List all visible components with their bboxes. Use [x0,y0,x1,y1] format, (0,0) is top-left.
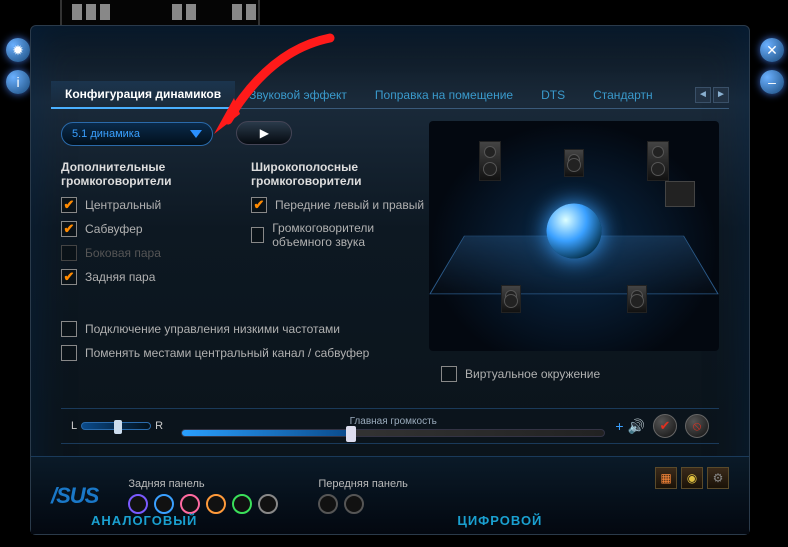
top-connector-strip [60,0,260,25]
volume-plus-label: + [615,418,623,434]
tab-bar: Конфигурация динамиков Звуковой эффект П… [51,81,729,109]
cb-side-pair [61,245,77,261]
minimize-orb[interactable]: – [760,70,784,94]
tab-dts[interactable]: DTS [527,82,579,108]
front-jacks [318,494,408,514]
cb-swap-label: Поменять местами центральный канал / саб… [85,346,369,360]
jack-rear-2[interactable] [154,494,174,514]
jack-rear-1[interactable] [128,494,148,514]
jack-rear-4[interactable] [206,494,226,514]
cb-center-label: Центральный [85,198,161,212]
tab-sound-effect[interactable]: Звуковой эффект [235,82,361,108]
balance-l-label: L [71,420,77,432]
extra-speakers-heading: Дополнительные громкоговорители [61,160,221,189]
jack-front-2[interactable] [344,494,364,514]
play-icon: ▶ [260,126,269,140]
cb-surround-label: Громкоговорители объемного звука [272,221,431,249]
speaker-front-left[interactable] [479,141,501,181]
settings-orb[interactable]: ✹ [6,38,30,62]
bottom-panel: /SUS Задняя панель Передняя панель ▦ ◉ ⚙ [31,456,749,534]
front-panel-label: Передняя панель [318,478,408,490]
jack-rear-3[interactable] [180,494,200,514]
mode-digital[interactable]: ЦИФРОВОЙ [457,513,542,528]
asus-logo: /SUS [51,483,98,509]
device-btn-1[interactable]: ▦ [655,467,677,489]
apply-button[interactable]: ✔ [653,414,677,438]
speaker-rear-right[interactable] [627,285,647,313]
tab-room-correction[interactable]: Поправка на помещение [361,82,527,108]
speaker-center[interactable] [564,149,584,177]
cb-swap-center-sub[interactable] [61,345,77,361]
speaker-config-dropdown[interactable]: 5.1 динамика [61,122,213,146]
balance-r-label: R [155,420,163,432]
close-orb[interactable]: ✕ [760,38,784,62]
tab-scroll-right[interactable]: ► [713,87,729,103]
play-test-button[interactable]: ▶ [236,121,292,145]
speaker-subwoofer[interactable] [665,181,695,207]
fullrange-heading: Широкополосные громкоговорители [251,160,431,189]
rear-panel-label: Задняя панель [128,478,278,490]
mode-analog[interactable]: АНАЛОГОВЫЙ [91,513,197,528]
cb-rear-pair-label: Задняя пара [85,270,155,284]
cb-surround[interactable] [251,227,264,243]
device-btn-3[interactable]: ⚙ [707,467,729,489]
volume-row: L R Главная громкость + 🔊 ✔ ⦸ [61,408,719,444]
cb-subwoofer-label: Сабвуфер [85,222,143,236]
tab-speaker-config[interactable]: Конфигурация динамиков [51,81,235,109]
speaker-layout-diagram [429,121,719,351]
balance-slider[interactable] [81,422,151,430]
mute-button[interactable]: ⦸ [685,414,709,438]
tab-scroll-left[interactable]: ◄ [695,87,711,103]
cb-bass-mgmt[interactable] [61,321,77,337]
dropdown-value: 5.1 динамика [72,128,140,140]
tab-default[interactable]: Стандартн [579,82,667,108]
rear-jacks [128,494,278,514]
cb-virtual-label: Виртуальное окружение [465,367,600,381]
cb-front-lr-label: Передние левый и правый [275,198,424,212]
speaker-icon: 🔊 [628,418,645,435]
info-orb[interactable]: i [6,70,30,94]
main-frame: Конфигурация динамиков Звуковой эффект П… [30,25,750,535]
device-btn-2[interactable]: ◉ [681,467,703,489]
cb-center[interactable] [61,197,77,213]
chevron-down-icon [190,130,202,138]
speaker-front-right[interactable] [647,141,669,181]
jack-front-1[interactable] [318,494,338,514]
cb-side-pair-label: Боковая пара [85,246,161,260]
jack-rear-5[interactable] [232,494,252,514]
listener-sphere-icon [547,204,602,259]
main-volume-slider[interactable] [181,429,605,437]
cb-subwoofer[interactable] [61,221,77,237]
cb-virtual-surround[interactable] [441,366,457,382]
speaker-rear-left[interactable] [501,285,521,313]
jack-rear-6[interactable] [258,494,278,514]
cb-front-lr[interactable] [251,197,267,213]
cb-rear-pair[interactable] [61,269,77,285]
main-volume-label: Главная громкость [181,416,605,427]
cb-bass-mgmt-label: Подключение управления низкими частотами [85,322,340,336]
